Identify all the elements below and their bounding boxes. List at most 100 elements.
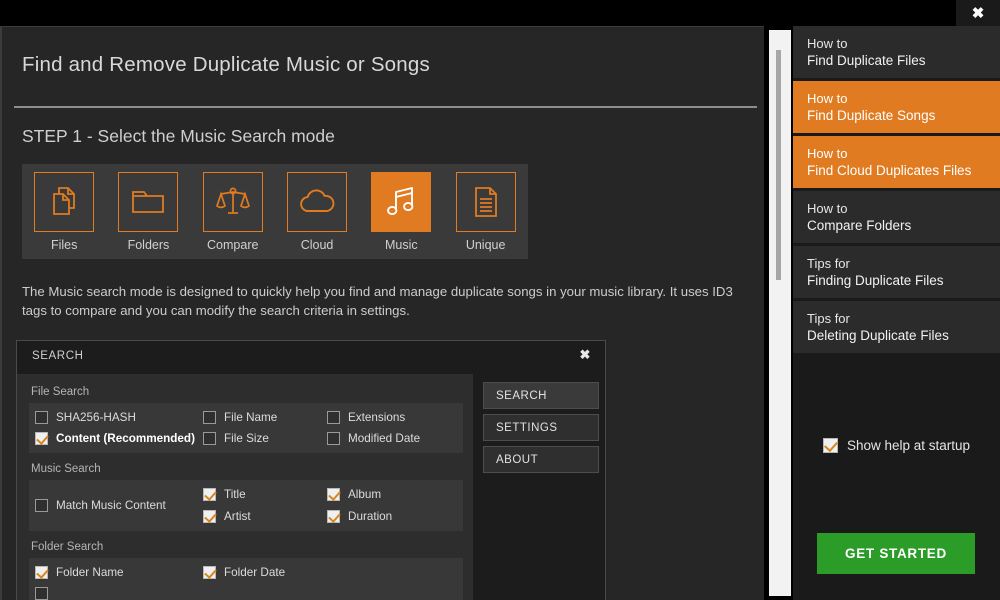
checkbox-box (35, 432, 48, 445)
help-item-line2: Find Duplicate Songs (807, 108, 936, 123)
search-mode-selector: Files Folders Compare Cloud Music Unique (22, 164, 528, 259)
show-help-at-startup-checkbox[interactable]: Show help at startup (793, 438, 1000, 453)
help-item-line2: Compare Folders (807, 218, 912, 233)
mode-tile-unique[interactable]: Unique (443, 172, 527, 252)
checkbox-folder-date[interactable]: Folder Date (203, 566, 327, 579)
mode-tile-music[interactable]: Music (359, 172, 443, 252)
help-item-line1: How to (807, 36, 848, 51)
checkbox-sha256-hash[interactable]: SHA256-HASH (35, 411, 203, 424)
checkbox-box (35, 499, 48, 512)
checkbox-duration[interactable]: Duration (327, 510, 457, 523)
title-divider (14, 106, 757, 108)
search-settings-popup: SEARCH ✖ File Search SHA256-HASH File Na… (16, 340, 606, 600)
get-started-button[interactable]: GET STARTED (817, 533, 975, 574)
checkbox-box (203, 432, 216, 445)
checkbox-label: File Name (224, 411, 278, 424)
checkbox-label: Modified Date (348, 432, 421, 445)
title-bar: ✖ (0, 0, 1000, 26)
mode-label-compare: Compare (207, 238, 259, 252)
checkbox-label: Album (348, 488, 382, 501)
help-item-line2: Deleting Duplicate Files (807, 328, 949, 343)
help-item-line2: Find Duplicate Files (807, 53, 926, 68)
tab-about[interactable]: ABOUT (483, 446, 599, 473)
mode-tile-cloud[interactable]: Cloud (275, 172, 359, 252)
help-item-line1: How to (807, 91, 848, 106)
music-note-icon (387, 187, 414, 216)
music-note-icon-box (371, 172, 432, 232)
checkbox-box (327, 488, 340, 501)
close-icon[interactable]: ✖ (575, 345, 595, 365)
grid-spacer (327, 566, 457, 579)
checkbox-label: Folder Name (56, 566, 124, 579)
checkbox-title[interactable]: Title (203, 488, 327, 501)
mode-label-cloud: Cloud (300, 238, 334, 252)
step-title: STEP 1 - Select the Music Search mode (22, 126, 335, 146)
cloud-icon-box (287, 172, 348, 232)
close-icon[interactable]: ✖ (956, 0, 1000, 26)
checkbox-folder-name[interactable]: Folder Name (35, 566, 203, 579)
checkbox-label: Extensions (348, 411, 406, 424)
checkbox-modified-date[interactable]: Modified Date (327, 432, 457, 445)
sidebar-item-find-cloud-duplicates-files[interactable]: How to Find Cloud Duplicates Files (793, 136, 1000, 188)
mode-tile-compare[interactable]: Compare (191, 172, 275, 252)
scales-icon-box (202, 172, 263, 232)
show-help-label: Show help at startup (846, 438, 971, 453)
checkbox-box (35, 587, 48, 600)
checkbox-box (327, 432, 340, 445)
checkbox-content-recommended[interactable]: Content (Recommended) (35, 432, 203, 445)
checkbox-label: File Size (224, 432, 269, 445)
files-icon-box (34, 172, 95, 232)
sidebar-item-deleting-duplicate-files-tips[interactable]: Tips for Deleting Duplicate Files (793, 301, 1000, 353)
group-label-file-search: File Search (31, 386, 90, 398)
checkbox-artist[interactable]: Artist (203, 510, 327, 523)
checkbox-label: SHA256-HASH (56, 411, 136, 424)
checkbox-label: Content (Recommended) (56, 432, 195, 445)
checkbox-album[interactable]: Album (327, 488, 457, 501)
checkbox-box (327, 411, 340, 424)
checkbox-match-music-content[interactable]: Match Music Content (35, 499, 203, 512)
search-popup-tabs: SEARCH SETTINGS ABOUT (473, 374, 605, 600)
help-item-line1: Tips for (807, 256, 850, 271)
mode-label-music: Music (385, 238, 418, 252)
folder-icon (132, 191, 165, 213)
vertical-scrollbar[interactable] (769, 30, 791, 596)
sidebar-item-compare-folders[interactable]: How to Compare Folders (793, 191, 1000, 243)
help-item-line1: How to (807, 201, 848, 216)
checkbox-folder-extra[interactable] (35, 587, 203, 600)
checkbox-file-size[interactable]: File Size (203, 432, 327, 445)
mode-label-folders: Folders (127, 238, 170, 252)
mode-description: The Music search mode is designed to qui… (22, 284, 733, 318)
help-item-line2: Finding Duplicate Files (807, 273, 944, 288)
document-icon-box (455, 172, 516, 232)
mode-tile-folders[interactable]: Folders (106, 172, 190, 252)
sidebar-item-finding-duplicate-files-tips[interactable]: Tips for Finding Duplicate Files (793, 246, 1000, 298)
checkbox-file-name[interactable]: File Name (203, 411, 327, 424)
checkbox-box (203, 566, 216, 579)
tab-settings[interactable]: SETTINGS (483, 414, 599, 441)
checkbox-label: Folder Date (224, 566, 286, 579)
search-options-pane: File Search SHA256-HASH File Name Extens… (17, 374, 473, 600)
checkbox-box (203, 488, 216, 501)
tab-search[interactable]: SEARCH (483, 382, 599, 409)
checkbox-box (203, 411, 216, 424)
sidebar-item-find-duplicate-files[interactable]: How to Find Duplicate Files (793, 26, 1000, 78)
checkbox-label: Duration (348, 510, 393, 523)
checkbox-extensions[interactable]: Extensions (327, 411, 457, 424)
main-content-panel: Find and Remove Duplicate Music or Songs… (0, 26, 764, 600)
application-window: ✖ Find and Remove Duplicate Music or Son… (0, 0, 1000, 600)
search-popup-title: SEARCH (32, 350, 84, 362)
scrollbar-thumb[interactable] (776, 50, 781, 280)
mode-tile-files[interactable]: Files (22, 172, 106, 252)
document-icon (474, 187, 497, 217)
mode-label-files: Files (50, 238, 78, 252)
group-label-music-search: Music Search (31, 463, 101, 475)
search-popup-header: SEARCH ✖ (17, 341, 605, 374)
cloud-icon (300, 189, 335, 212)
page-title: Find and Remove Duplicate Music or Songs (22, 53, 430, 76)
checkbox-box (35, 566, 48, 579)
checkbox-box (327, 510, 340, 523)
checkbox-box (203, 510, 216, 523)
sidebar-item-find-duplicate-songs[interactable]: How to Find Duplicate Songs (793, 81, 1000, 133)
file-search-group: SHA256-HASH File Name Extensions Content… (29, 403, 463, 453)
search-popup-body: File Search SHA256-HASH File Name Extens… (17, 374, 605, 600)
